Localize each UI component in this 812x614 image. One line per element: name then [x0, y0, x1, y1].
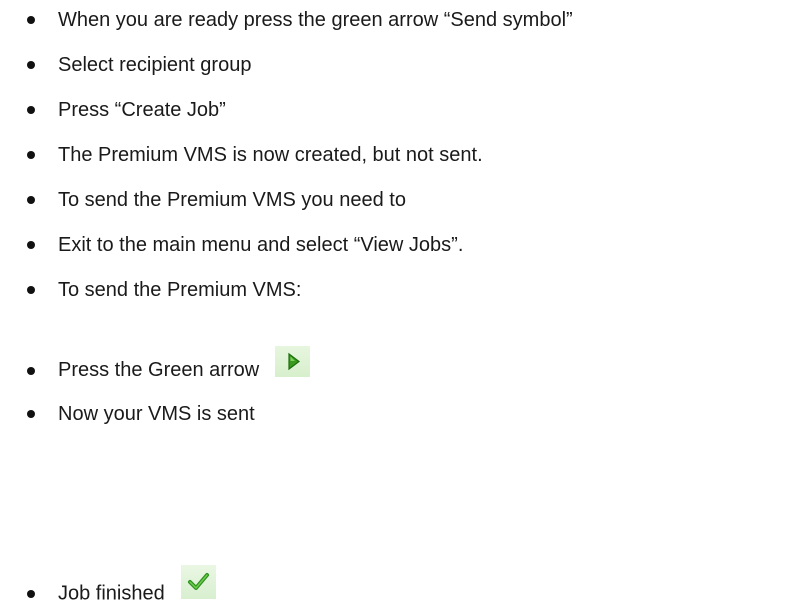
list-item-label: Job finished: [58, 582, 165, 605]
list-item-label: Press the Green arrow: [58, 359, 260, 382]
bullet: [27, 286, 35, 294]
bullet: [27, 367, 35, 375]
list-item-text: Now your VMS is sent: [58, 403, 255, 425]
list-item-text: Select recipient group: [58, 54, 252, 76]
bullet: [27, 106, 35, 114]
green-checkmark-icon: [180, 565, 216, 599]
list-item-text: Press the Green arrow: [58, 345, 311, 386]
list-item-text: The Premium VMS is now created, but not …: [58, 144, 483, 166]
bullet: [27, 16, 35, 24]
bullet: [27, 410, 35, 418]
list-item-text: Press “Create Job”: [58, 99, 226, 121]
bullet: [27, 590, 35, 598]
list-item-text: When you are ready press the green arrow…: [58, 9, 573, 31]
list-item-text: Job finished: [58, 565, 216, 611]
bullet: [27, 241, 35, 249]
green-play-arrow-icon: [275, 345, 311, 377]
list-item-text: To send the Premium VMS:: [58, 279, 302, 301]
list-item-text: To send the Premium VMS you need to: [58, 189, 406, 211]
list-item-text: Exit to the main menu and select “View J…: [58, 234, 464, 256]
bullet: [27, 151, 35, 159]
bullet: [27, 196, 35, 204]
bullet: [27, 61, 35, 69]
